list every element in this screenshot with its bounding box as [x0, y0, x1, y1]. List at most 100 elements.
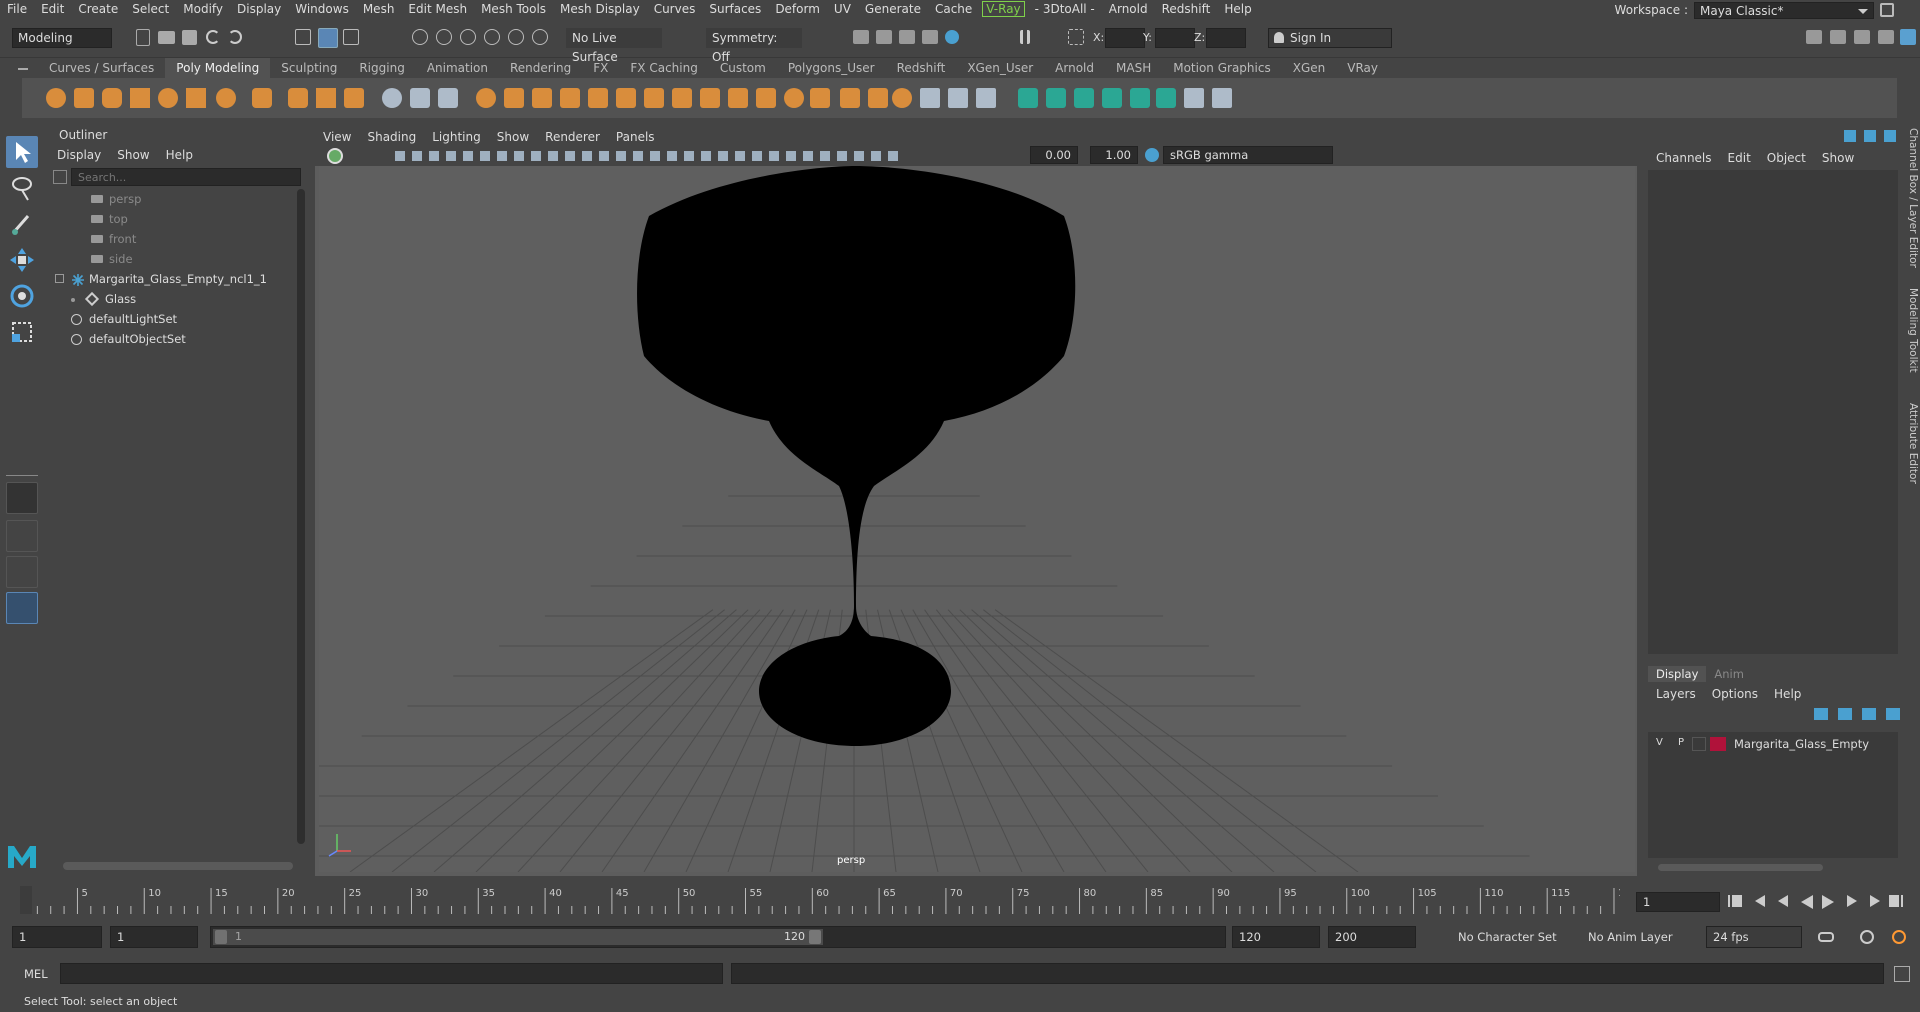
go-to-start-icon[interactable] — [1728, 895, 1742, 907]
paint-select-tool-icon[interactable] — [6, 208, 38, 240]
playback-end-field[interactable]: 120 — [1232, 926, 1320, 948]
channel-menu-edit[interactable]: Edit — [1720, 148, 1759, 168]
outliner-item-top[interactable]: top — [53, 209, 293, 229]
reduce-icon[interactable] — [840, 88, 860, 108]
combine-icon[interactable] — [410, 88, 430, 108]
outliner-search-box[interactable] — [71, 168, 301, 186]
smooth-icon[interactable] — [476, 88, 496, 108]
viewport-menu-view[interactable]: View — [315, 128, 359, 146]
fill-hole-icon[interactable] — [644, 88, 664, 108]
script-editor-icon[interactable] — [1894, 966, 1910, 982]
offset-loop-icon[interactable] — [976, 88, 996, 108]
layer-color-swatch[interactable] — [1710, 737, 1726, 751]
menu-3dtoall[interactable]: - 3DtoAll - — [1028, 0, 1102, 18]
outliner-menu-show[interactable]: Show — [109, 145, 157, 165]
sew-uv-icon[interactable] — [1212, 88, 1232, 108]
play-forward-icon[interactable] — [1822, 895, 1834, 909]
range-slider[interactable]: 1 120 — [210, 926, 1226, 948]
select-by-object-icon[interactable] — [318, 28, 338, 48]
shelf-tab-sculpting[interactable]: Sculpting — [270, 58, 348, 78]
z-coord-field[interactable] — [1206, 28, 1246, 48]
shelf-tab-fx[interactable]: FX — [582, 58, 619, 78]
outliner-search-input[interactable] — [72, 169, 272, 185]
menu-display[interactable]: Display — [230, 0, 288, 18]
layer-tab-display[interactable]: Display — [1648, 666, 1707, 682]
layer-menu-help[interactable]: Help — [1766, 684, 1809, 704]
menu-arnold[interactable]: Arnold — [1102, 0, 1155, 18]
poly-cube-icon[interactable] — [74, 88, 94, 108]
shelf-tab-poly-modeling[interactable]: Poly Modeling — [165, 58, 271, 78]
workspace-dropdown[interactable]: Maya Classic* — [1694, 1, 1874, 19]
anim-layer-label[interactable]: No Anim Layer — [1588, 930, 1673, 944]
mirror-icon[interactable] — [810, 88, 830, 108]
render-current-frame-icon[interactable] — [853, 30, 869, 44]
shelf-tab-animation[interactable]: Animation — [416, 58, 499, 78]
y-coord-field[interactable] — [1155, 28, 1195, 48]
loop-icon[interactable] — [1818, 932, 1834, 942]
outliner-item-margarita-glass-empty-ncl1-1[interactable]: Margarita_Glass_Empty_ncl1_1 — [53, 269, 293, 289]
menu-curves[interactable]: Curves — [647, 0, 703, 18]
super-shape-icon[interactable] — [288, 88, 308, 108]
append-icon[interactable] — [672, 88, 692, 108]
hypershade-icon[interactable] — [922, 30, 938, 44]
viewport-menu-shading[interactable]: Shading — [359, 128, 424, 146]
menu-mesh-tools[interactable]: Mesh Tools — [474, 0, 553, 18]
preferences-icon[interactable] — [1892, 930, 1906, 944]
snap-rotate-icon[interactable] — [532, 29, 548, 45]
side-tab-attribute-editor[interactable]: Attribute Editor — [1906, 403, 1920, 484]
spherical-map-icon[interactable] — [1102, 88, 1122, 108]
shelf-tab-polygons-user[interactable]: Polygons_User — [777, 58, 886, 78]
shelf-options-icon[interactable] — [18, 68, 28, 70]
outliner-menu-help[interactable]: Help — [158, 145, 201, 165]
shelf-tab-xgen-user[interactable]: XGen_User — [956, 58, 1044, 78]
snap-view-plane-icon[interactable] — [484, 29, 500, 45]
menu-mesh-display[interactable]: Mesh Display — [553, 0, 647, 18]
shelf-tab-xgen[interactable]: XGen — [1282, 58, 1337, 78]
menu-v-ray[interactable]: V-Ray — [982, 1, 1025, 17]
menu-mesh[interactable]: Mesh — [356, 0, 402, 18]
outliner-item-persp[interactable]: persp — [53, 189, 293, 209]
layer-menu-layers[interactable]: Layers — [1648, 684, 1704, 704]
poly-disc-icon[interactable] — [216, 88, 236, 108]
live-surface-field[interactable]: No Live Surface — [566, 28, 662, 64]
snap-live-icon[interactable] — [508, 29, 524, 45]
menu-file[interactable]: File — [0, 0, 34, 18]
layer-hscrollbar[interactable] — [1658, 864, 1823, 871]
command-input[interactable] — [60, 963, 723, 984]
merge-icon[interactable] — [588, 88, 608, 108]
separate-icon[interactable] — [438, 88, 458, 108]
viewport-menu-show[interactable]: Show — [489, 128, 537, 146]
shelf-tab-mash[interactable]: MASH — [1105, 58, 1162, 78]
menu-create[interactable]: Create — [71, 0, 125, 18]
transform-coords-icon[interactable] — [1068, 29, 1084, 45]
layer-tab-anim[interactable]: Anim — [1706, 666, 1752, 682]
move-tool-icon[interactable] — [6, 244, 38, 276]
shelf-tab-vray[interactable]: VRay — [1336, 58, 1389, 78]
new-scene-icon[interactable] — [136, 29, 150, 46]
layout-single-icon[interactable] — [6, 482, 38, 514]
shelf-tab-arnold[interactable]: Arnold — [1044, 58, 1105, 78]
collapse-toggle-icon[interactable] — [55, 274, 64, 283]
insert-loop-icon[interactable] — [948, 88, 968, 108]
snap-grid-icon[interactable] — [412, 29, 428, 45]
play-back-icon[interactable] — [1801, 895, 1813, 909]
layer-action-icons[interactable] — [1814, 708, 1900, 720]
menuset-dropdown[interactable]: Modeling — [12, 28, 112, 48]
menu-edit-mesh[interactable]: Edit Mesh — [401, 0, 474, 18]
step-back-icon[interactable] — [1755, 895, 1765, 907]
side-tab-channel-box-layer-editor[interactable]: Channel Box / Layer Editor — [1906, 128, 1920, 268]
playback-controls[interactable] — [1728, 895, 1903, 909]
transfer-icon[interactable] — [868, 88, 888, 108]
search-filter-icon[interactable] — [53, 170, 67, 184]
step-forward-key-icon[interactable] — [1847, 895, 1857, 907]
cylindrical-map-icon[interactable] — [1074, 88, 1094, 108]
color-management-icon[interactable] — [1145, 148, 1159, 162]
undo-icon[interactable] — [206, 30, 220, 44]
animation-start-field[interactable]: 1 — [12, 926, 102, 948]
planar-map-icon[interactable] — [1046, 88, 1066, 108]
sign-in-button[interactable]: Sign In — [1268, 28, 1392, 48]
menu-help[interactable]: Help — [1217, 0, 1258, 18]
layer-type-toggle[interactable] — [1692, 737, 1706, 751]
poly-torus-icon[interactable] — [158, 88, 178, 108]
select-by-hierarchy-icon[interactable] — [295, 29, 311, 45]
